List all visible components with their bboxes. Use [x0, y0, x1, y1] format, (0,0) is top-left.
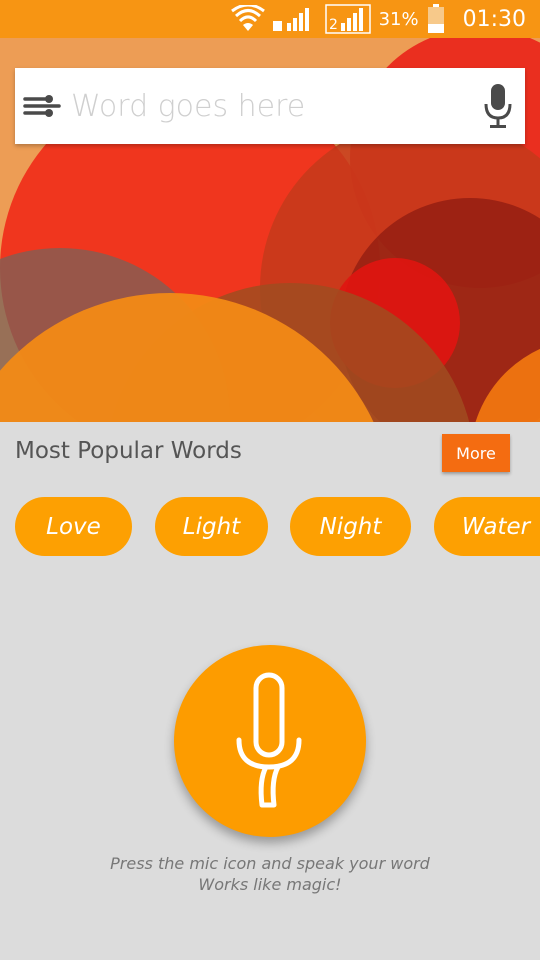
battery-percent: 31%: [378, 8, 419, 30]
status-time: 01:30: [462, 6, 526, 32]
popular-words-list: Love Light Night Water: [0, 497, 540, 557]
voice-hint-line1: Press the mic icon and speak your word: [110, 854, 430, 873]
wifi-icon: [230, 5, 265, 31]
wind-icon[interactable]: [23, 92, 63, 120]
status-bar: 2 31% 01:30: [0, 0, 540, 38]
more-button[interactable]: More: [442, 434, 510, 472]
mic-large-icon: [236, 672, 302, 808]
status-icons: 2 31% 01:30: [230, 0, 526, 38]
popular-words-title: Most Popular Words: [15, 438, 242, 464]
word-chip-night[interactable]: Night: [290, 497, 411, 556]
search-bar: [15, 68, 525, 144]
word-chip-water[interactable]: Water: [434, 497, 540, 556]
mic-icon[interactable]: [483, 82, 513, 130]
battery-icon: [427, 4, 444, 33]
voice-search-button[interactable]: [174, 645, 366, 837]
word-chip-love[interactable]: Love: [15, 497, 132, 556]
sim2-label: 2: [329, 17, 338, 33]
word-chip-light[interactable]: Light: [155, 497, 268, 556]
search-input[interactable]: [63, 76, 483, 136]
signal-sim2-icon: 2: [324, 4, 371, 34]
voice-hint-line2: Works like magic!: [198, 875, 342, 894]
signal-sim1-icon: [272, 8, 309, 31]
